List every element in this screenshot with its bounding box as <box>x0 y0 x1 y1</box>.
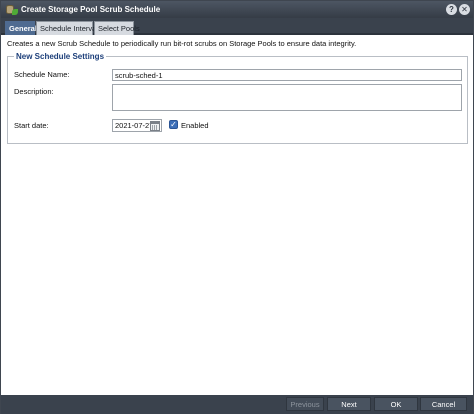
description-label: Description: <box>14 87 54 96</box>
title-bar[interactable]: Create Storage Pool Scrub Schedule ? ✕ <box>1 1 473 18</box>
close-icon[interactable]: ✕ <box>459 4 470 15</box>
tab-schedule-interval[interactable]: Schedule Interval <box>36 21 98 35</box>
dialog-description: Creates a new Scrub Schedule to periodic… <box>7 39 357 48</box>
next-button[interactable]: Next <box>327 397 371 411</box>
tab-bar: General Schedule Interval Select Pools <box>1 18 473 35</box>
dialog-window: Create Storage Pool Scrub Schedule ? ✕ G… <box>0 0 474 414</box>
calendar-icon[interactable] <box>150 121 160 131</box>
schedule-name-input[interactable]: scrub-sched-1 <box>112 69 462 81</box>
dialog-title: Create Storage Pool Scrub Schedule <box>21 5 161 14</box>
enabled-checkbox[interactable]: ✓ <box>169 120 178 129</box>
help-icon[interactable]: ? <box>446 4 457 15</box>
settings-legend: New Schedule Settings <box>14 52 107 61</box>
previous-button[interactable]: Previous <box>286 397 324 411</box>
description-textarea[interactable] <box>112 84 462 111</box>
start-date-label: Start date: <box>14 121 49 130</box>
tab-select-pools[interactable]: Select Pools <box>94 21 140 35</box>
storage-pool-icon <box>6 4 18 15</box>
schedule-name-label: Schedule Name: <box>14 70 70 79</box>
button-bar: Previous Next OK Cancel <box>1 395 473 414</box>
new-schedule-settings-group: New Schedule Settings Schedule Name: scr… <box>7 52 468 144</box>
cancel-button[interactable]: Cancel <box>420 397 467 411</box>
tab-general[interactable]: General <box>5 21 37 35</box>
enabled-label: Enabled <box>181 121 209 130</box>
ok-button[interactable]: OK <box>374 397 418 411</box>
start-date-value: 2021-07-27 <box>115 121 154 130</box>
start-date-field[interactable]: 2021-07-27 <box>112 119 162 132</box>
